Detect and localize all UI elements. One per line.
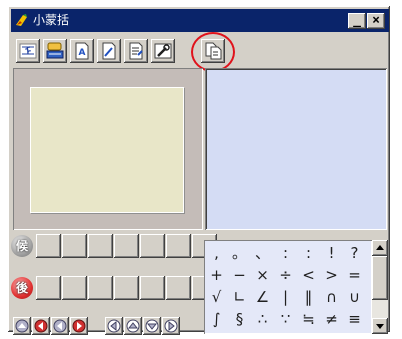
composition-area[interactable]: [31, 88, 183, 212]
arrow-up-hollow-icon: [126, 319, 140, 333]
candidate-cell[interactable]: [166, 276, 191, 300]
previous-red-button[interactable]: [32, 317, 50, 335]
arrow-right-red-icon: [72, 319, 86, 333]
wrench-icon: [154, 43, 172, 59]
document-a-icon: A: [75, 42, 89, 60]
candidate-cell[interactable]: [36, 234, 61, 258]
symbol-key[interactable]: ≠: [321, 308, 342, 330]
symbol-key[interactable]: +: [206, 264, 227, 286]
candidate-row-1-label: 候: [11, 235, 33, 257]
document-list-icon: [129, 42, 143, 60]
symbol-key[interactable]: ,: [206, 242, 227, 264]
previous-button[interactable]: [51, 317, 69, 335]
arrow-left-red-icon: [34, 319, 48, 333]
scroll-down-button[interactable]: [372, 318, 388, 334]
arrow-down-hollow-icon: [145, 319, 159, 333]
symbol-row-3: √ ∟ ∠ | ‖ ∩ ∪: [204, 286, 372, 308]
app-logo-icon: [14, 12, 30, 28]
symbol-row-1: , 。 、 : : ! ?: [204, 242, 372, 264]
scroll-up-button[interactable]: [372, 240, 388, 256]
symbol-row-4: ∫ § ∴ ∵ ≒ ≠ ≡: [204, 308, 372, 330]
symbol-key[interactable]: ∩: [321, 286, 342, 308]
candidate-cell[interactable]: [114, 234, 139, 258]
keyboard-tool[interactable]: [43, 39, 67, 63]
symbol-key[interactable]: §: [229, 308, 250, 330]
arrow-left-icon: [53, 319, 67, 333]
svg-text:A: A: [79, 48, 86, 58]
highlight-annotation: [191, 32, 235, 72]
document-list-tool[interactable]: [124, 39, 148, 63]
symbol-key[interactable]: ?: [344, 242, 365, 264]
symbol-key[interactable]: ∫: [206, 308, 227, 330]
mongolian-text-icon: ᠮ: [19, 43, 37, 59]
first-candidate-button[interactable]: [105, 317, 123, 335]
symbol-key[interactable]: ≡: [344, 308, 365, 330]
down-candidate-button[interactable]: [143, 317, 161, 335]
double-up-icon: [15, 319, 29, 333]
symbol-scrollbar[interactable]: [372, 240, 388, 334]
symbol-key[interactable]: ‖: [298, 286, 319, 308]
next-red-button[interactable]: [70, 317, 88, 335]
mongolian-text-tool[interactable]: ᠮ: [16, 39, 40, 63]
symbol-key[interactable]: =: [344, 264, 365, 286]
scroll-thumb[interactable]: [372, 256, 388, 300]
symbol-row-2: + − × ÷ < > =: [204, 264, 372, 286]
symbol-palette: , 。 、 : : ! ? + − × ÷ < > = √ ∟ ∠ | ‖ ∩ …: [204, 240, 372, 334]
symbol-key[interactable]: −: [229, 264, 250, 286]
symbol-key[interactable]: ∪: [344, 286, 365, 308]
symbol-key[interactable]: :: [298, 242, 319, 264]
document-a-tool[interactable]: A: [70, 39, 94, 63]
up-candidate-button[interactable]: [124, 317, 142, 335]
candidate-cell[interactable]: [140, 234, 165, 258]
app-window: 小蒙括 _ × ᠮ A 候 後 , 。 、:: ! ? + − × ÷ < …: [7, 5, 391, 335]
symbol-key[interactable]: 。: [229, 242, 250, 264]
symbol-key[interactable]: ×: [252, 264, 273, 286]
symbol-key[interactable]: <: [298, 264, 319, 286]
symbol-key[interactable]: ≒: [298, 308, 319, 330]
keyboard-icon: [46, 42, 64, 59]
window-title: 小蒙括: [33, 13, 70, 27]
title-bar[interactable]: 小蒙括 _ ×: [11, 9, 389, 32]
preview-panel[interactable]: [205, 68, 387, 230]
document-pen-icon: [102, 42, 116, 60]
candidate-cell[interactable]: [140, 276, 165, 300]
symbol-key[interactable]: ÷: [275, 264, 296, 286]
candidate-cell[interactable]: [114, 276, 139, 300]
svg-text:ᠮ: ᠮ: [25, 46, 31, 58]
candidate-row-2-label: 後: [11, 277, 33, 299]
arrow-left-hollow-icon: [107, 319, 121, 333]
page-up-button[interactable]: [13, 317, 31, 335]
candidate-cell[interactable]: [88, 276, 113, 300]
symbol-key[interactable]: ∠: [252, 286, 273, 308]
candidate-cell[interactable]: [62, 276, 87, 300]
triangle-up-icon: [376, 245, 384, 250]
minimize-button[interactable]: _: [348, 13, 366, 29]
composition-panel[interactable]: [13, 68, 203, 230]
symbol-key[interactable]: >: [321, 264, 342, 286]
last-candidate-button[interactable]: [162, 317, 180, 335]
wrench-tool[interactable]: [151, 39, 175, 63]
candidate-cell[interactable]: [166, 234, 191, 258]
symbol-key[interactable]: ∟: [229, 286, 250, 308]
arrow-right-hollow-icon: [164, 319, 178, 333]
candidate-cell[interactable]: [62, 234, 87, 258]
symbol-key[interactable]: √: [206, 286, 227, 308]
triangle-down-icon: [376, 324, 384, 329]
close-button[interactable]: ×: [367, 13, 385, 29]
document-pen-tool[interactable]: [97, 39, 121, 63]
symbol-key[interactable]: |: [275, 286, 296, 308]
symbol-key[interactable]: ∵: [275, 308, 296, 330]
symbol-key[interactable]: ∴: [252, 308, 273, 330]
symbol-key[interactable]: !: [321, 242, 342, 264]
symbol-key[interactable]: :: [275, 242, 296, 264]
candidate-cell[interactable]: [36, 276, 61, 300]
symbol-key[interactable]: 、: [252, 242, 273, 264]
candidate-cell[interactable]: [88, 234, 113, 258]
